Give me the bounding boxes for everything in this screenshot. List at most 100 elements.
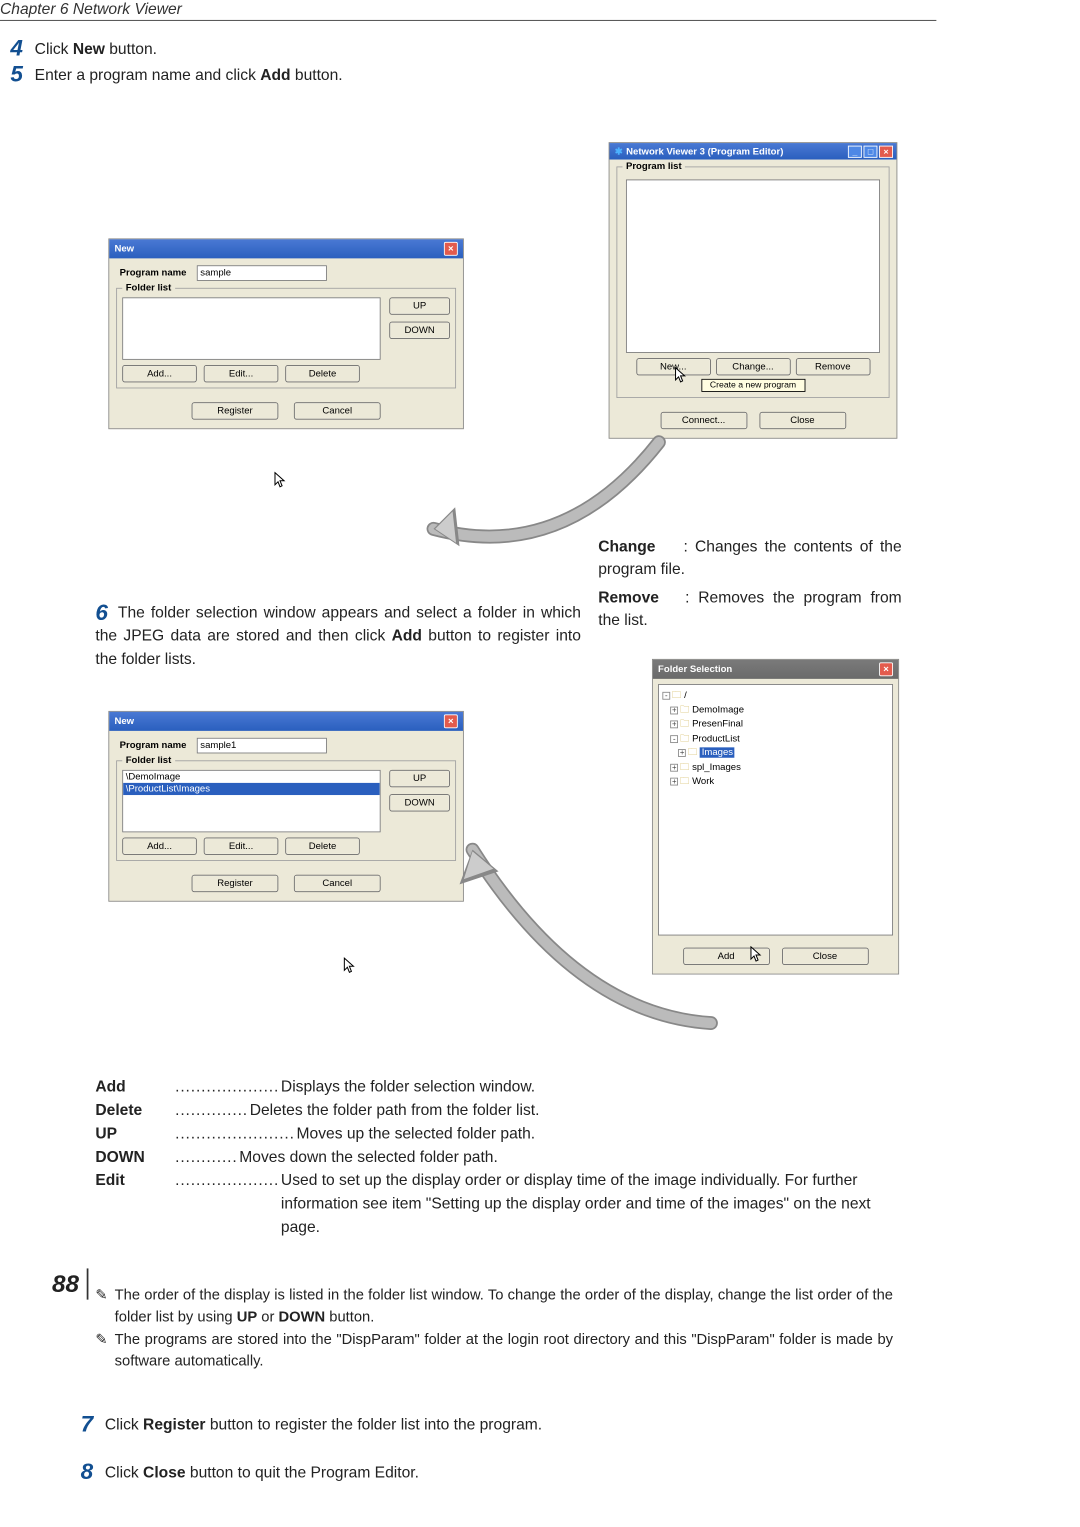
down-button[interactable]: DOWN [389,794,450,811]
step-8-text: Click Close button to quit the Program E… [105,1460,419,1482]
step-7-text: Click Register button to register the fo… [105,1412,542,1434]
step-7-pre: Click [105,1416,143,1433]
new2-program-name-label: Program name [120,740,187,750]
app-icon: ✱ [615,146,623,157]
prog-editor-title: Network Viewer 3 (Program Editor) [626,146,783,156]
close-icon[interactable]: × [879,146,893,158]
notes-block: ✎ The order of the display is listed in … [95,1283,893,1374]
cursor-icon [343,957,355,973]
note-1-b: UP [237,1308,257,1324]
prog-editor-programlist-label: Program list [623,161,686,171]
desc-change: Change : Changes the contents of the pro… [598,535,901,580]
step-8: 8 Click Close button to quit the Program… [81,1460,861,1483]
new-dialog-1: New × Program name Folder list UP DOWN A… [108,238,463,429]
new1-program-name-label: Program name [120,268,187,278]
pencil-icon: ✎ [95,1329,107,1372]
step-4-text: Click New button. [35,36,157,58]
register-button[interactable]: Register [192,875,279,892]
new2-folderlist-box[interactable]: \DemoImage \ProductList\Images [122,770,380,832]
minimize-icon[interactable]: _ [848,146,862,158]
note-2: The programs are stored into the "DispPa… [115,1329,893,1372]
new1-program-name-input[interactable] [197,265,327,281]
func-delete-def: Deletes the folder path from the folder … [250,1098,893,1121]
desc-remove: Remove : Removes the program from the li… [598,586,901,631]
step-7-post: button to register the folder list into … [206,1416,543,1433]
cursor-icon [274,472,286,488]
new2-program-name-input[interactable] [197,738,327,754]
register-button[interactable]: Register [192,402,279,419]
list-item[interactable]: \ProductList\Images [123,783,380,795]
tree-node-work[interactable]: Work [692,776,714,786]
desc-change-term: Change [598,535,676,558]
edit-button[interactable]: Edit... [204,365,279,382]
pencil-icon: ✎ [95,1285,107,1328]
new1-titlebar[interactable]: New × [109,239,463,258]
remove-button[interactable]: Remove [795,358,870,375]
add-button[interactable]: Add... [122,838,197,855]
tree-node-spl-images[interactable]: spl_Images [692,762,741,772]
tree-node-images[interactable]: Images [700,747,735,757]
delete-button[interactable]: Delete [285,838,360,855]
up-button[interactable]: UP [389,770,450,787]
step-5-post: button. [291,66,343,83]
prog-editor-programlist-box[interactable] [626,179,880,352]
change-button[interactable]: Change... [716,358,791,375]
connect-button[interactable]: Connect... [660,412,747,429]
add-button[interactable]: Add [683,948,770,965]
folder-icon: 🗀 [672,690,682,700]
close-button[interactable]: Close [782,948,869,965]
new1-folderlist-label: Folder list [122,283,175,293]
folder-selection-window: Folder Selection × -🗀 / +🗀 DemoImage +🗀 … [652,659,899,975]
func-edit-term: Edit [95,1169,173,1239]
maximize-icon[interactable]: □ [864,146,878,158]
folder-sel-title: Folder Selection [658,664,732,674]
tree-root[interactable]: / [684,690,687,700]
folder-icon: 🗀 [680,776,690,786]
close-icon[interactable]: × [879,662,893,676]
cancel-button[interactable]: Cancel [294,402,381,419]
edit-button[interactable]: Edit... [204,838,279,855]
down-button[interactable]: DOWN [389,322,450,339]
step-8-num: 8 [81,1460,100,1483]
tree-node-demoimage[interactable]: DemoImage [692,704,744,714]
step-5: 5 Enter a program name and click Add but… [10,62,936,85]
close-button[interactable]: Close [759,412,846,429]
func-up-term: UP [95,1122,173,1145]
step-4-pre: Click [35,40,73,57]
step-5-bold: Add [260,66,290,83]
up-button[interactable]: UP [389,297,450,314]
new-button[interactable]: New... [636,358,711,375]
func-down-term: DOWN [95,1145,173,1168]
desc-remove-term: Remove [598,586,676,609]
tooltip-create-program: Create a new program [701,379,805,392]
folder-icon: 🗀 [688,747,698,757]
func-add-def: Displays the folder selection window. [281,1075,893,1098]
note-1-d: DOWN [279,1308,326,1324]
delete-button[interactable]: Delete [285,365,360,382]
prog-editor-titlebar[interactable]: ✱ Network Viewer 3 (Program Editor) _ □ … [610,143,897,159]
folder-sel-titlebar[interactable]: Folder Selection × [653,660,898,679]
step-8-pre: Click [105,1463,143,1480]
close-icon[interactable]: × [444,242,458,256]
page-number: 88 [52,1270,79,1298]
list-item[interactable]: \DemoImage [123,771,380,783]
step-7: 7 Click Register button to register the … [81,1412,861,1435]
close-icon[interactable]: × [444,714,458,728]
new1-folderlist-box[interactable] [122,297,380,359]
folder-icon: 🗀 [680,719,690,729]
note-1: The order of the display is listed in th… [115,1285,893,1328]
folder-icon: 🗀 [680,704,690,714]
program-editor-window: ✱ Network Viewer 3 (Program Editor) _ □ … [609,142,898,439]
new2-titlebar[interactable]: New × [109,712,463,731]
step-8-bold: Close [143,1463,186,1480]
folder-tree[interactable]: -🗀 / +🗀 DemoImage +🗀 PresenFinal -🗀 Prod… [658,684,893,935]
add-button[interactable]: Add... [122,365,197,382]
step-8-post: button to quit the Program Editor. [186,1463,419,1480]
tree-node-presenfinal[interactable]: PresenFinal [692,719,743,729]
cancel-button[interactable]: Cancel [294,875,381,892]
step-5-text: Enter a program name and click Add butto… [35,62,343,84]
tree-node-productlist[interactable]: ProductList [692,733,740,743]
step-4: 4 Click New button. [10,36,936,59]
function-definitions: Add....................Displays the fold… [95,1075,893,1239]
step-7-bold: Register [143,1416,205,1433]
